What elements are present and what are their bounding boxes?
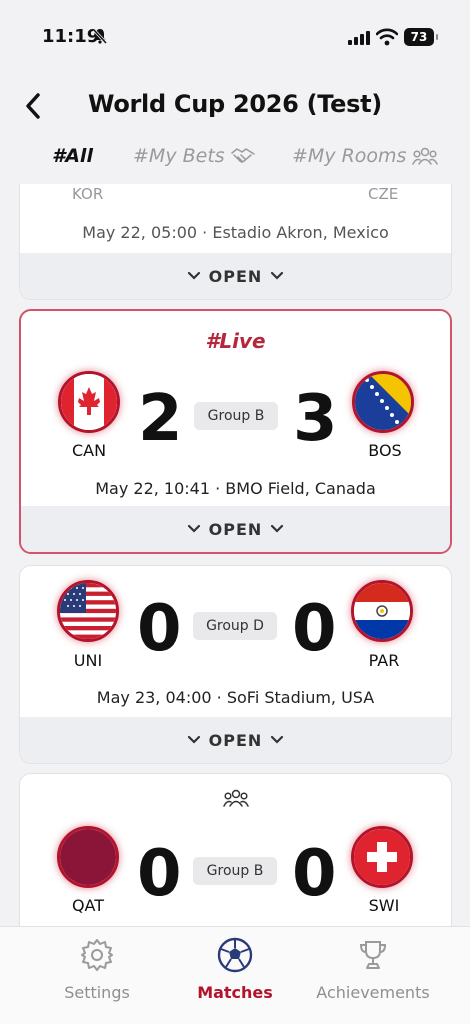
match-card[interactable]: UNI 0 Group D 0 PAR May 23, 04:00 · SoFi… <box>19 565 452 764</box>
filter-tabs: #All #My Bets #My Rooms <box>0 145 470 185</box>
group-badge: Group B <box>194 402 278 430</box>
chevron-down-icon <box>271 735 284 744</box>
flag-switzerland <box>351 826 413 888</box>
bottom-navigation: Settings Matches Achievements <box>0 926 470 1024</box>
chevron-down-icon <box>187 524 200 533</box>
group-badge: Group B <box>193 857 277 885</box>
home-team-code: CAN <box>71 441 107 460</box>
flag-paraguay <box>351 580 413 642</box>
match-list[interactable]: KOR CZE May 22, 05:00 · Estadio Akron, M… <box>0 184 470 926</box>
home-team-code: QAT <box>71 896 105 915</box>
app-screen: 11:19 73 World Cup 2026 (Test) #All #My … <box>0 0 470 1024</box>
away-score: 0 <box>292 837 337 911</box>
match-card[interactable]: KOR CZE May 22, 05:00 · Estadio Akron, M… <box>19 184 452 300</box>
home-team-code: KOR <box>72 185 104 203</box>
live-badge: #Live <box>205 329 266 353</box>
switzerland-flag-icon <box>354 829 410 885</box>
home-score: 0 <box>137 837 182 911</box>
away-score: 0 <box>292 592 337 666</box>
paraguay-flag-icon <box>354 583 410 639</box>
bosnia-flag-icon <box>355 374 411 430</box>
trophy-icon <box>359 941 387 969</box>
battery-indicator: 73 <box>404 28 438 46</box>
away-team-code: BOS <box>368 441 402 460</box>
tab-my-bets-label: #My Bets <box>133 145 225 167</box>
match-card[interactable]: QAT 0 Group B 0 SWI <box>19 773 452 926</box>
page-title: World Cup 2026 (Test) <box>88 90 382 118</box>
flag-canada <box>58 371 120 433</box>
nav-matches[interactable]: Matches <box>175 937 295 1002</box>
nav-settings-label: Settings <box>64 983 130 1002</box>
tab-all-label: #All <box>52 145 93 167</box>
match-date-venue: May 22, 10:41 · BMO Field, Canada <box>95 479 376 498</box>
nav-matches-label: Matches <box>197 983 273 1002</box>
tab-my-bets[interactable]: #My Bets <box>133 145 255 167</box>
chevron-down-icon <box>271 524 284 533</box>
away-team-code: SWI <box>368 896 400 915</box>
status-bar: 11:19 73 <box>0 0 470 70</box>
flag-bosnia <box>352 371 414 433</box>
open-label: OPEN <box>208 266 263 286</box>
canada-flag-icon <box>61 374 117 430</box>
away-team-code: PAR <box>368 651 400 670</box>
bell-muted-icon <box>92 28 108 44</box>
match-date-venue: May 22, 05:00 · Estadio Akron, Mexico <box>82 223 389 242</box>
open-label: OPEN <box>208 730 263 750</box>
tab-my-rooms-label: #My Rooms <box>292 145 407 167</box>
group-badge: Group D <box>193 612 277 640</box>
home-team-code: UNI <box>73 651 103 670</box>
cellular-signal-icon <box>348 31 370 45</box>
nav-settings[interactable]: Settings <box>37 937 157 1002</box>
home-score: 0 <box>137 592 182 666</box>
tab-all[interactable]: #All <box>52 145 93 167</box>
open-match-button[interactable]: OPEN <box>20 717 451 763</box>
wifi-icon <box>376 28 398 46</box>
away-score: 3 <box>293 382 338 456</box>
status-time: 11:19 <box>42 26 100 47</box>
flag-qatar <box>57 826 119 888</box>
open-label: OPEN <box>208 519 263 539</box>
chevron-down-icon <box>187 271 200 280</box>
group-people-icon <box>412 147 439 165</box>
tab-my-rooms[interactable]: #My Rooms <box>292 145 439 167</box>
nav-achievements[interactable]: Achievements <box>313 937 433 1002</box>
match-card-live[interactable]: #Live CAN 2 Group B 3 BOS May 22, 10:41 … <box>19 309 452 554</box>
open-match-button[interactable]: OPEN <box>20 253 451 299</box>
away-team-code: CZE <box>368 185 399 203</box>
handshake-icon <box>230 148 255 163</box>
gear-icon <box>81 939 113 971</box>
chevron-down-icon <box>271 271 284 280</box>
match-date-venue: May 23, 04:00 · SoFi Stadium, USA <box>96 688 375 707</box>
qatar-flag-icon <box>60 829 116 885</box>
group-people-icon <box>223 789 249 807</box>
home-score: 2 <box>138 382 183 456</box>
soccer-ball-icon <box>217 937 253 973</box>
nav-achievements-label: Achievements <box>316 983 430 1002</box>
open-match-button[interactable]: OPEN <box>21 506 450 552</box>
flag-usa <box>57 580 119 642</box>
usa-flag-icon <box>60 583 116 639</box>
chevron-down-icon <box>187 735 200 744</box>
